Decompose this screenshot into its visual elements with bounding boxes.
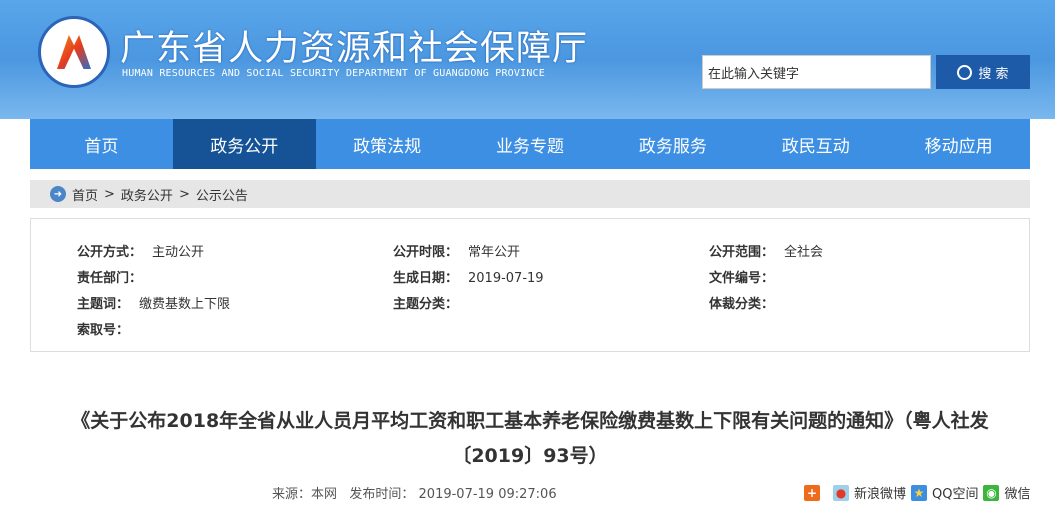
meta-item: 文件编号： bbox=[709, 267, 784, 286]
meta-value: 2019-07-19 bbox=[468, 271, 544, 286]
share-more-icon[interactable]: + bbox=[804, 484, 820, 501]
meta-label: 主题词： bbox=[77, 297, 130, 312]
meta-value: 缴费基数上下限 bbox=[139, 297, 231, 312]
meta-label: 索取号： bbox=[77, 323, 130, 338]
meta-label: 主题分类： bbox=[393, 297, 459, 312]
meta-value: 常年公开 bbox=[468, 245, 521, 260]
nav-government-affairs[interactable]: 政务公开 bbox=[172, 119, 316, 169]
meta-label: 生成日期： bbox=[393, 271, 459, 286]
crumb-sep: > bbox=[178, 186, 190, 202]
site-subtitle: HUMAN RESOURCES AND SOCIAL SECURITY DEPA… bbox=[122, 68, 545, 79]
meta-value: 全社会 bbox=[784, 245, 824, 260]
meta-item: 体裁分类： bbox=[709, 293, 784, 312]
qzone-icon[interactable]: ★ bbox=[911, 484, 928, 501]
nav-services[interactable]: 政务服务 bbox=[601, 119, 744, 169]
main-nav: 首页 政务公开 政策法规 业务专题 政务服务 政民互动 移动应用 bbox=[30, 119, 1030, 169]
meta-label: 公开时限： bbox=[393, 245, 459, 260]
meta-item: 主题词： 缴费基数上下限 bbox=[77, 293, 230, 312]
nav-policies[interactable]: 政策法规 bbox=[316, 119, 459, 169]
crumb-notice[interactable]: 公示公告 bbox=[196, 185, 248, 204]
search-input[interactable] bbox=[702, 55, 931, 89]
wechat-icon[interactable]: ◉ bbox=[983, 484, 1000, 501]
meta-label: 公开方式： bbox=[77, 245, 143, 260]
crumb-gov[interactable]: 政务公开 bbox=[121, 185, 173, 204]
article-source: 来源：本网 发布时间： 2019-07-19 09:27:06 bbox=[272, 487, 557, 502]
nav-interaction[interactable]: 政民互动 bbox=[744, 119, 887, 169]
share-wechat[interactable]: 微信 bbox=[1004, 483, 1030, 502]
meta-item: 生成日期： 2019-07-19 bbox=[393, 267, 544, 286]
site-title: 广东省人力资源和社会保障厅 bbox=[120, 29, 589, 69]
article-title: 《关于公布2018年全省从业人员月平均工资和职工基本养老保险缴费基数上下限有关问… bbox=[71, 410, 989, 467]
share-weibo[interactable]: 新浪微博 bbox=[854, 483, 906, 502]
meta-label: 责任部门： bbox=[77, 271, 143, 286]
meta-value: 主动公开 bbox=[152, 245, 205, 260]
weibo-icon[interactable]: ● bbox=[833, 484, 849, 501]
meta-item: 责任部门： bbox=[77, 267, 152, 286]
search-label: 搜 索 bbox=[978, 66, 1009, 82]
meta-item: 公开时限： 常年公开 bbox=[393, 241, 520, 260]
header-banner: 广东省人力资源和社会保障厅 HUMAN RESOURCES AND SOCIAL… bbox=[0, 0, 1055, 119]
meta-item: 索取号： bbox=[77, 319, 139, 338]
breadcrumb: ➜ 首页 > 政务公开 > 公示公告 bbox=[30, 180, 1030, 208]
share-bar: + ● 新浪微博 ★ QQ空间 ◉ 微信 bbox=[804, 483, 1031, 502]
department-logo[interactable] bbox=[38, 16, 110, 88]
location-icon: ➜ bbox=[50, 186, 66, 202]
search-icon bbox=[957, 64, 973, 80]
meta-label: 文件编号： bbox=[709, 271, 775, 286]
meta-item: 公开方式： 主动公开 bbox=[77, 241, 204, 260]
meta-label: 公开范围： bbox=[709, 245, 775, 260]
nav-topics[interactable]: 业务专题 bbox=[459, 119, 602, 169]
meta-item: 公开范围： 全社会 bbox=[709, 241, 823, 260]
meta-label: 体裁分类： bbox=[709, 297, 775, 312]
crumb-sep: > bbox=[104, 186, 115, 202]
crumb-home[interactable]: 首页 bbox=[72, 185, 98, 204]
search-button[interactable]: 搜 索 bbox=[936, 55, 1030, 89]
meta-item: 主题分类： bbox=[393, 293, 468, 312]
nav-home[interactable]: 首页 bbox=[30, 119, 173, 169]
nav-mobile[interactable]: 移动应用 bbox=[887, 119, 1030, 169]
share-qzone[interactable]: QQ空间 bbox=[932, 483, 978, 502]
document-metadata: 公开方式： 主动公开 公开时限： 常年公开 公开范围： 全社会 责任部门： 生成日期：… bbox=[30, 218, 1030, 352]
